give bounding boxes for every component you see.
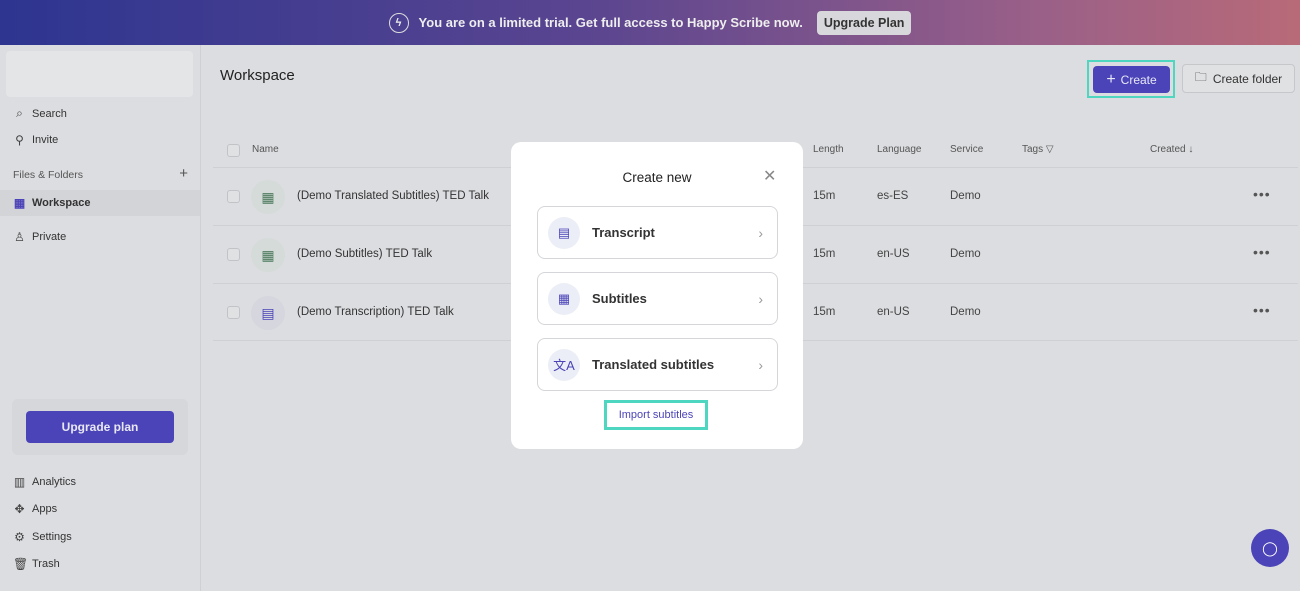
label: Tags	[1022, 144, 1044, 155]
search-icon: ⌕	[16, 106, 23, 120]
label: Private	[32, 231, 67, 243]
label: Settings	[32, 531, 72, 543]
label: Create folder	[1212, 71, 1283, 86]
column-created[interactable]: Created ↓	[1150, 144, 1193, 155]
plus-icon: +	[1106, 70, 1116, 88]
service: Demo	[950, 306, 981, 318]
option-translated-subtitles[interactable]: 文A Translated subtitles ›	[537, 338, 778, 391]
page-title: Workspace	[220, 67, 295, 84]
label: Workspace	[32, 197, 91, 209]
upgrade-plan-button[interactable]: Upgrade Plan	[816, 10, 912, 35]
document-icon: ▤	[251, 296, 285, 330]
sort-down-icon: ↓	[1188, 144, 1194, 155]
label: Created	[1150, 144, 1186, 155]
label: Analytics	[32, 476, 77, 488]
file-name[interactable]: (Demo Subtitles) TED Talk	[297, 248, 432, 260]
create-new-dialog: Create new ✕ ▤ Transcript › ▦ Subtitles › 文A…	[511, 142, 803, 449]
chevron-right-icon: ›	[758, 356, 763, 373]
row-checkbox[interactable]	[227, 248, 240, 261]
sidebar-item-trash[interactable]: 🗑 Trash	[13, 557, 60, 571]
folder-plus-icon: 🗀	[1194, 70, 1207, 84]
create-highlight: + Create	[1087, 60, 1175, 98]
add-user-icon: ⚲	[15, 133, 24, 147]
sidebar-item-apps[interactable]: ✥ Apps	[13, 502, 57, 516]
upgrade-plan-sidebar-button[interactable]: Upgrade plan	[26, 411, 174, 443]
import-subtitles-link[interactable]: Import subtitles	[604, 400, 708, 430]
sidebar-item-analytics[interactable]: ▥ Analytics	[13, 475, 76, 489]
more-options-icon[interactable]: •••	[1253, 244, 1271, 260]
option-subtitles[interactable]: ▦ Subtitles ›	[537, 272, 778, 325]
language: en-US	[877, 248, 910, 260]
files-folders-section: Files & Folders +	[13, 166, 188, 181]
label: Apps	[32, 503, 58, 515]
sidebar: ⌕ Search ⚲ Invite Files & Folders + ▦ Worksp…	[0, 45, 201, 591]
building-icon: ▦	[13, 196, 26, 210]
column-service[interactable]: Service	[950, 144, 983, 155]
trash-icon: 🗑	[13, 557, 29, 571]
length: 15m	[813, 248, 836, 260]
more-options-icon[interactable]: •••	[1253, 302, 1271, 318]
film-icon: ▦	[548, 282, 580, 315]
sidebar-item-search[interactable]: ⌕ Search	[13, 106, 67, 121]
label: Translated subtitles	[592, 357, 715, 372]
service: Demo	[950, 190, 981, 202]
language: en-US	[877, 306, 910, 318]
document-icon: ▤	[548, 216, 580, 249]
lightning-icon: ϟ	[388, 12, 409, 33]
dialog-title: Create new	[622, 170, 692, 185]
more-options-icon[interactable]: •••	[1253, 186, 1271, 202]
film-icon: ▦	[251, 238, 285, 272]
section-label: Files & Folders	[13, 169, 84, 181]
column-name[interactable]: Name	[252, 144, 279, 155]
column-length[interactable]: Length	[813, 144, 844, 155]
language: es-ES	[877, 190, 909, 202]
label: Invite	[32, 134, 59, 146]
row-checkbox[interactable]	[227, 306, 240, 319]
filter-icon[interactable]: ▽	[1046, 144, 1054, 155]
sidebar-item-invite[interactable]: ⚲ Invite	[13, 133, 58, 147]
account-switcher[interactable]	[6, 51, 193, 97]
sidebar-item-workspace[interactable]: ▦ Workspace	[0, 190, 200, 216]
sidebar-item-settings[interactable]: ⚙ Settings	[13, 530, 72, 544]
film-icon: ▦	[251, 180, 285, 214]
row-checkbox[interactable]	[227, 190, 240, 203]
label: Transcript	[592, 225, 655, 240]
column-language[interactable]: Language	[877, 144, 922, 155]
puzzle-icon: ✥	[14, 502, 25, 516]
select-all-checkbox[interactable]	[227, 144, 240, 157]
user-icon: ♙	[14, 230, 25, 244]
label: Trash	[32, 558, 60, 570]
chat-help-button[interactable]: ◯	[1251, 529, 1289, 567]
chevron-right-icon: ›	[758, 290, 763, 307]
file-name[interactable]: (Demo Transcription) TED Talk	[297, 306, 454, 318]
option-transcript[interactable]: ▤ Transcript ›	[537, 206, 778, 259]
label: Create	[1120, 72, 1157, 87]
create-button[interactable]: + Create	[1093, 66, 1170, 93]
chart-icon: ▥	[13, 475, 26, 489]
create-folder-button[interactable]: 🗀 Create folder	[1182, 64, 1295, 93]
banner-text: You are on a limited trial. Get full acc…	[418, 15, 803, 30]
label: Subtitles	[592, 291, 647, 306]
chat-icon: ◯	[1262, 539, 1278, 556]
label: Search	[32, 107, 67, 120]
file-name[interactable]: (Demo Translated Subtitles) TED Talk	[297, 190, 489, 202]
translate-icon: 文A	[548, 348, 580, 381]
length: 15m	[813, 190, 836, 202]
trial-banner: ϟ You are on a limited trial. Get full a…	[0, 0, 1300, 45]
upgrade-card: Upgrade plan	[12, 399, 188, 455]
length: 15m	[813, 306, 836, 318]
gear-icon: ⚙	[14, 530, 25, 544]
chevron-right-icon: ›	[758, 224, 763, 241]
close-icon[interactable]: ✕	[763, 166, 776, 186]
column-tags[interactable]: Tags ▽	[1022, 144, 1054, 155]
service: Demo	[950, 248, 981, 260]
sidebar-item-private[interactable]: ♙ Private	[13, 230, 66, 244]
add-folder-icon[interactable]: +	[179, 166, 188, 181]
